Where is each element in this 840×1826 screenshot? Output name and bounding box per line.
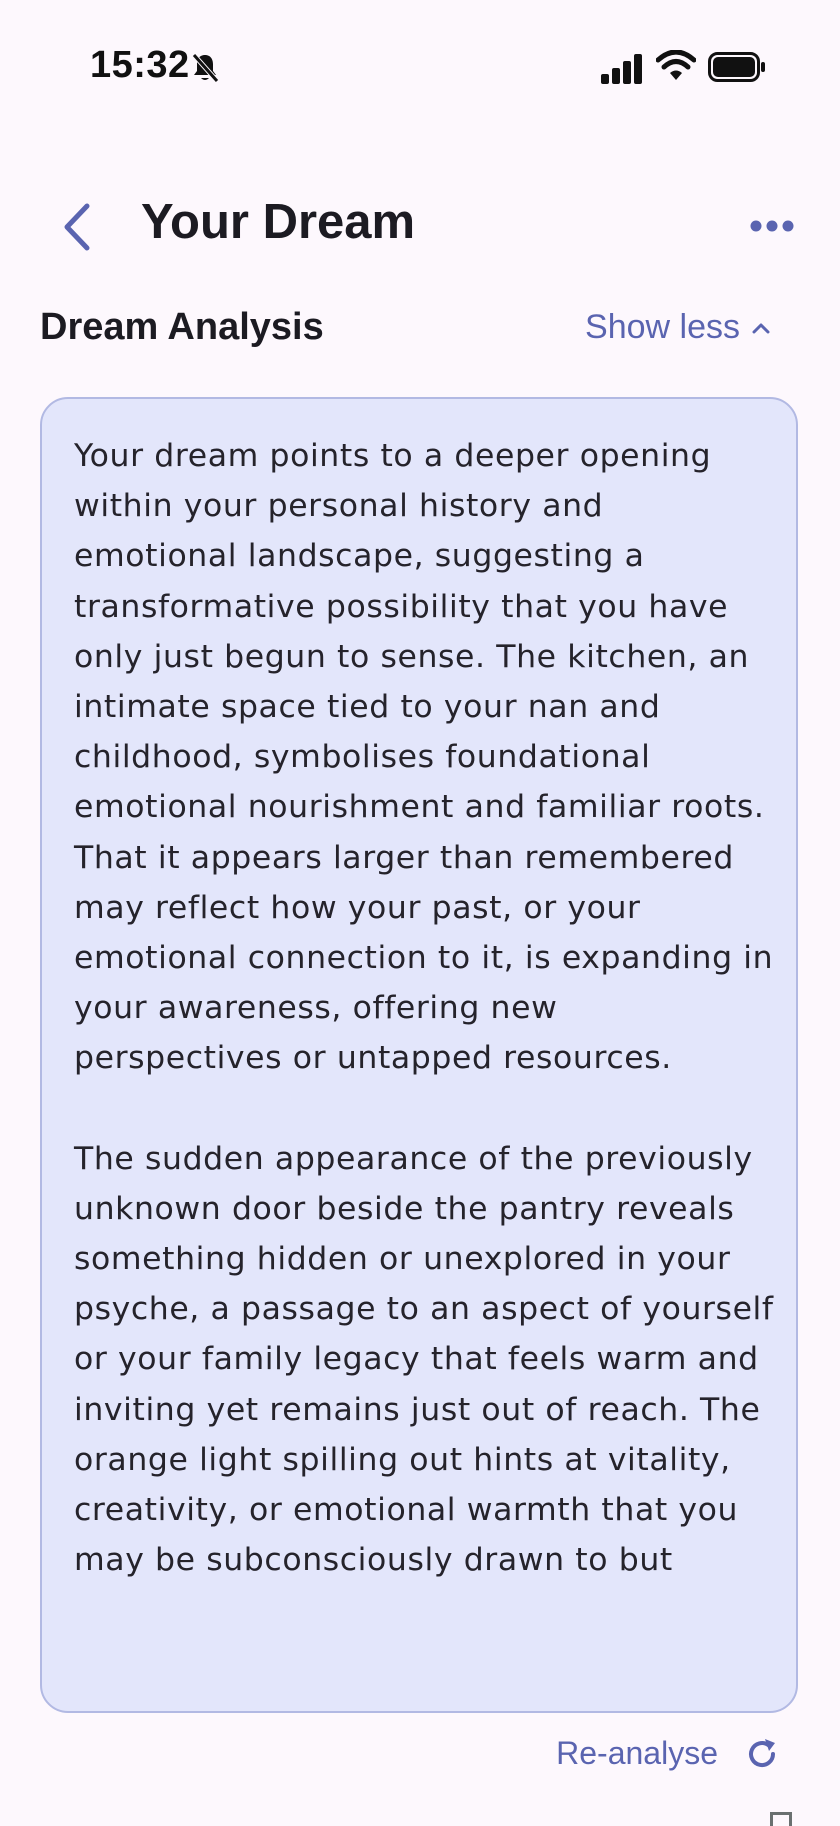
status-time: 15:32 [90, 44, 190, 86]
partial-icon [770, 1812, 792, 1826]
page-title: Your Dream [141, 195, 416, 249]
analysis-paragraph: Your dream points to a deeper opening wi… [74, 438, 774, 1077]
refresh-icon [749, 1738, 776, 1767]
cellular-signal-icon [601, 54, 642, 84]
more-options-button[interactable] [740, 202, 804, 250]
analysis-section-header: Dream Analysis Show less [40, 300, 800, 360]
bell-slash-icon [192, 53, 219, 83]
wifi-icon [656, 50, 696, 80]
show-less-toggle[interactable]: Show less [585, 308, 770, 347]
chevron-up-icon [752, 323, 770, 333]
more-horizontal-icon [750, 220, 794, 232]
chevron-left-icon [64, 203, 90, 251]
show-less-label: Show less [585, 308, 740, 346]
battery-icon [708, 52, 765, 82]
back-button[interactable] [44, 192, 108, 262]
status-bar: 15:32 [0, 0, 840, 140]
section-title: Dream Analysis [40, 306, 324, 348]
reanalyse-label: Re-analyse [556, 1735, 718, 1771]
reanalyse-button[interactable]: Re-analyse [556, 1735, 780, 1772]
top-app-bar: Your Dream [0, 180, 840, 270]
analysis-paragraph: The sudden appearance of the previously … [74, 1140, 774, 1579]
analysis-card[interactable]: Your dream points to a deeper opening wi… [40, 397, 798, 1713]
